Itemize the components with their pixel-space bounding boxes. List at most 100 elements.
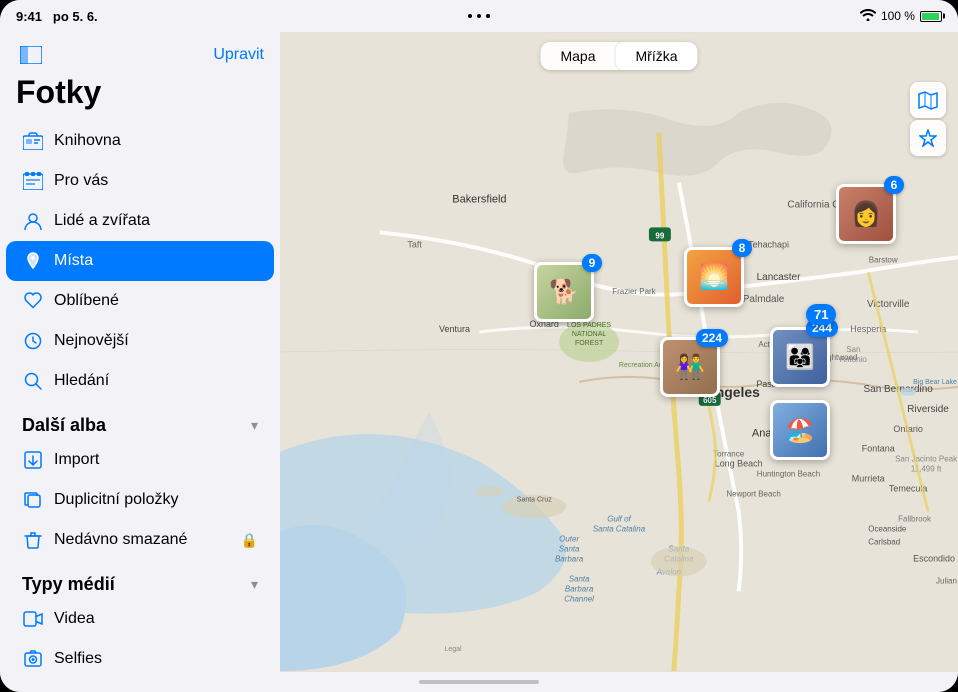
svg-text:Barbara: Barbara [555, 554, 584, 563]
svg-text:Bakersfield: Bakersfield [452, 193, 506, 205]
svg-text:San Jacinto Peak: San Jacinto Peak [895, 455, 957, 464]
sidebar-item-pro-vas[interactable]: Pro vás [6, 161, 274, 201]
svg-text:Newport Beach: Newport Beach [726, 490, 780, 499]
sidebar-label-nejnovejsi: Nejnovější [54, 332, 129, 350]
edit-button[interactable]: Upravit [213, 46, 264, 64]
map-toggle-group: Mapa Mřížka [540, 42, 697, 70]
grid-button[interactable]: Mřížka [616, 42, 698, 70]
pin-224[interactable]: 👫 224 [660, 337, 720, 397]
selfie-icon [22, 648, 44, 670]
map-area[interactable]: 99 LOS PADRES NATIONAL FOREST Bakersfiel… [280, 32, 958, 672]
status-right: 100 % [860, 9, 942, 24]
home-indicator [419, 680, 539, 684]
sidebar-item-mista[interactable]: Místa [6, 241, 274, 281]
section-dalsi-alba-title: Další alba [22, 415, 106, 436]
battery-icon [920, 11, 942, 22]
for-you-icon [22, 170, 44, 192]
sidebar-item-smazane[interactable]: Nedávno smazané 🔒 [6, 520, 274, 560]
date-text: po 5. 6. [53, 9, 98, 24]
pin-244[interactable]: 👨‍👩‍👧 244 [770, 327, 830, 387]
sidebar-label-knihovna: Knihovna [54, 132, 121, 150]
places-icon [22, 250, 44, 272]
sidebar-toggle-button[interactable] [16, 40, 46, 70]
map-controls [910, 82, 946, 156]
dot2 [477, 14, 481, 18]
svg-text:LOS PADRES: LOS PADRES [567, 322, 611, 329]
sidebar-item-knihovna[interactable]: Knihovna [6, 121, 274, 161]
sidebar-item-duplicitni[interactable]: Duplicitní položky [6, 480, 274, 520]
svg-text:FOREST: FOREST [575, 340, 604, 347]
pin-71[interactable]: 71 [806, 304, 836, 325]
svg-text:Lancaster: Lancaster [757, 272, 801, 283]
dot3 [486, 14, 490, 18]
status-time: 9:41 po 5. 6. [16, 9, 98, 24]
svg-text:Legal: Legal [445, 646, 463, 653]
sidebar-label-lide: Lidé a zvířata [54, 212, 150, 230]
svg-text:Oceanside: Oceanside [868, 524, 907, 533]
lock-icon: 🔒 [241, 532, 258, 549]
status-center [468, 14, 490, 18]
svg-text:Ventura: Ventura [439, 324, 470, 334]
sidebar-label-selfies: Selfies [54, 650, 102, 668]
sidebar-label-pro-vas: Pro vás [54, 172, 108, 190]
svg-text:Fallbrook: Fallbrook [898, 515, 931, 524]
time-text: 9:41 [16, 9, 42, 24]
svg-text:Long Beach: Long Beach [715, 459, 763, 469]
sidebar-header: Upravit [0, 32, 280, 74]
photo-thumb-sunset: 🌅 [684, 247, 744, 307]
svg-text:Barbara: Barbara [565, 584, 594, 593]
photo-thumb-dog: 🐕 [534, 262, 594, 322]
svg-text:Santa Cruz: Santa Cruz [517, 497, 552, 504]
sidebar-item-selfies[interactable]: Selfies [6, 639, 274, 672]
map-button[interactable]: Mapa [540, 42, 615, 70]
search-nav-icon [22, 370, 44, 392]
duplicate-icon [22, 489, 44, 511]
svg-text:Taft: Taft [407, 239, 422, 249]
section-dalsi-alba-chevron: ▾ [251, 417, 258, 434]
sidebar-nav-list: Knihovna Pro vás [0, 121, 280, 401]
svg-text:Santa: Santa [559, 544, 580, 553]
photo-thumb-portrait: 👩 [836, 184, 896, 244]
section-typy-chevron: ▾ [251, 576, 258, 593]
wifi-icon [860, 9, 876, 24]
sidebar-item-import[interactable]: Import [6, 440, 274, 480]
pin-beach[interactable]: 🏖️ [770, 400, 830, 460]
sidebar-label-import: Import [54, 451, 99, 469]
section-typy-items: Videa Selfies [0, 599, 280, 672]
section-typy-header[interactable]: Typy médií ▾ [0, 560, 280, 599]
sidebar-item-oblibene[interactable]: Oblíbené [6, 281, 274, 321]
section-dalsi-alba-header[interactable]: Další alba ▾ [0, 401, 280, 440]
svg-text:605: 605 [703, 396, 717, 405]
status-bar: 9:41 po 5. 6. 100 % [0, 0, 958, 32]
svg-text:Big Bear Lake: Big Bear Lake [913, 379, 957, 386]
svg-text:Escondido: Escondido [913, 553, 955, 563]
sidebar-label-oblibene: Oblíbené [54, 292, 119, 310]
dot1 [468, 14, 472, 18]
sidebar-item-lide-zvirata[interactable]: Lidé a zvířata [6, 201, 274, 241]
pin-8[interactable]: 🌅 8 [684, 247, 744, 307]
svg-text:Outer: Outer [559, 534, 579, 543]
home-bar [0, 672, 958, 692]
pin-9[interactable]: 🐕 9 [534, 262, 594, 322]
sidebar-label-hledani: Hledání [54, 372, 109, 390]
pin-badge-224: 224 [696, 329, 728, 347]
svg-text:NATIONAL: NATIONAL [572, 331, 606, 338]
pin-badge-6: 6 [884, 176, 904, 194]
photo-thumb-beach: 🏖️ [770, 400, 830, 460]
sidebar-item-videa[interactable]: Videa [6, 599, 274, 639]
sidebar-item-hledani[interactable]: Hledání [6, 361, 274, 401]
sidebar-label-mista: Místa [54, 252, 93, 270]
pin-6[interactable]: 👩 6 [836, 184, 896, 244]
sidebar-item-nejnovejsi[interactable]: Nejnovější [6, 321, 274, 361]
svg-text:Antonio: Antonio [840, 355, 868, 364]
svg-text:Fontana: Fontana [862, 444, 895, 454]
main-content: Upravit Fotky Knihovn [0, 32, 958, 672]
location-button[interactable] [910, 120, 946, 156]
svg-text:Channel: Channel [564, 594, 594, 603]
svg-text:Carlsbad: Carlsbad [868, 537, 900, 546]
svg-text:Palmdale: Palmdale [743, 294, 785, 305]
map-type-button[interactable] [910, 82, 946, 118]
svg-text:Huntington Beach: Huntington Beach [757, 470, 820, 479]
sidebar-label-duplicitni: Duplicitní položky [54, 491, 179, 509]
pin-badge-8: 8 [732, 239, 752, 257]
